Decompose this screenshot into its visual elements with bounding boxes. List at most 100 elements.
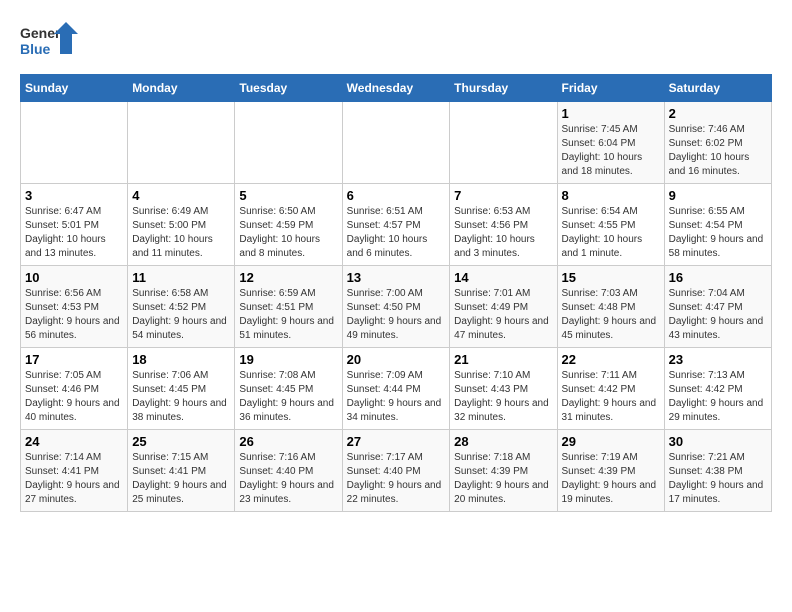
day-number: 30 — [669, 434, 767, 449]
day-cell: 30 Sunrise: 7:21 AM Sunset: 4:38 PM Dayli… — [664, 430, 771, 512]
day-info: Sunrise: 7:18 AM Sunset: 4:39 PM Dayligh… — [454, 451, 552, 507]
day-info: Sunrise: 7:05 AM Sunset: 4:46 PM Dayligh… — [25, 369, 123, 425]
day-number: 6 — [347, 188, 446, 203]
day-number: 15 — [562, 270, 660, 285]
day-info: Sunrise: 6:53 AM Sunset: 4:56 PM Dayligh… — [454, 205, 552, 261]
day-cell: 14 Sunrise: 7:01 AM Sunset: 4:49 PM Dayli… — [450, 266, 557, 348]
header: GeneralBlue — [20, 20, 772, 64]
day-info: Sunrise: 6:51 AM Sunset: 4:57 PM Dayligh… — [347, 205, 446, 261]
day-info: Sunrise: 6:47 AM Sunset: 5:01 PM Dayligh… — [25, 205, 123, 261]
day-cell: 18 Sunrise: 7:06 AM Sunset: 4:45 PM Dayli… — [128, 348, 235, 430]
day-info: Sunrise: 7:16 AM Sunset: 4:40 PM Dayligh… — [239, 451, 337, 507]
day-cell: 7 Sunrise: 6:53 AM Sunset: 4:56 PM Daylig… — [450, 184, 557, 266]
day-number: 19 — [239, 352, 337, 367]
weekday-header-tuesday: Tuesday — [235, 75, 342, 102]
day-info: Sunrise: 6:59 AM Sunset: 4:51 PM Dayligh… — [239, 287, 337, 343]
day-cell: 29 Sunrise: 7:19 AM Sunset: 4:39 PM Dayli… — [557, 430, 664, 512]
day-number: 23 — [669, 352, 767, 367]
day-cell: 25 Sunrise: 7:15 AM Sunset: 4:41 PM Dayli… — [128, 430, 235, 512]
day-number: 28 — [454, 434, 552, 449]
day-cell — [342, 102, 450, 184]
day-cell: 26 Sunrise: 7:16 AM Sunset: 4:40 PM Dayli… — [235, 430, 342, 512]
day-info: Sunrise: 7:09 AM Sunset: 4:44 PM Dayligh… — [347, 369, 446, 425]
day-info: Sunrise: 7:14 AM Sunset: 4:41 PM Dayligh… — [25, 451, 123, 507]
day-number: 1 — [562, 106, 660, 121]
day-cell: 22Sunrise: 7:11 AM Sunset: 4:42 PM Dayli… — [557, 348, 664, 430]
week-row-2: 3 Sunrise: 6:47 AM Sunset: 5:01 PM Daylig… — [21, 184, 772, 266]
day-info: Sunrise: 6:50 AM Sunset: 4:59 PM Dayligh… — [239, 205, 337, 261]
day-cell: 23 Sunrise: 7:13 AM Sunset: 4:42 PM Dayli… — [664, 348, 771, 430]
svg-text:Blue: Blue — [20, 41, 51, 57]
day-number: 17 — [25, 352, 123, 367]
day-number: 13 — [347, 270, 446, 285]
day-cell: 1 Sunrise: 7:45 AM Sunset: 6:04 PM Daylig… — [557, 102, 664, 184]
day-number: 14 — [454, 270, 552, 285]
day-cell: 12 Sunrise: 6:59 AM Sunset: 4:51 PM Dayli… — [235, 266, 342, 348]
day-number: 29 — [562, 434, 660, 449]
weekday-header-thursday: Thursday — [450, 75, 557, 102]
day-cell: 16 Sunrise: 7:04 AM Sunset: 4:47 PM Dayli… — [664, 266, 771, 348]
day-info: Sunrise: 7:03 AM Sunset: 4:48 PM Dayligh… — [562, 287, 660, 343]
weekday-header-friday: Friday — [557, 75, 664, 102]
day-cell: 10Sunrise: 6:56 AM Sunset: 4:53 PM Dayli… — [21, 266, 128, 348]
day-info: Sunrise: 7:01 AM Sunset: 4:49 PM Dayligh… — [454, 287, 552, 343]
day-info: Sunrise: 6:54 AM Sunset: 4:55 PM Dayligh… — [562, 205, 660, 261]
day-cell: 2 Sunrise: 7:46 AM Sunset: 6:02 PM Daylig… — [664, 102, 771, 184]
day-info: Sunrise: 7:21 AM Sunset: 4:38 PM Dayligh… — [669, 451, 767, 507]
day-number: 12 — [239, 270, 337, 285]
day-info: Sunrise: 7:46 AM Sunset: 6:02 PM Dayligh… — [669, 123, 767, 179]
day-info: Sunrise: 7:17 AM Sunset: 4:40 PM Dayligh… — [347, 451, 446, 507]
week-row-4: 17 Sunrise: 7:05 AM Sunset: 4:46 PM Dayli… — [21, 348, 772, 430]
logo: GeneralBlue — [20, 20, 80, 64]
day-cell — [235, 102, 342, 184]
week-row-3: 10Sunrise: 6:56 AM Sunset: 4:53 PM Dayli… — [21, 266, 772, 348]
week-row-1: 1 Sunrise: 7:45 AM Sunset: 6:04 PM Daylig… — [21, 102, 772, 184]
day-cell: 19 Sunrise: 7:08 AM Sunset: 4:45 PM Dayli… — [235, 348, 342, 430]
day-info: Sunrise: 7:19 AM Sunset: 4:39 PM Dayligh… — [562, 451, 660, 507]
day-cell: 9Sunrise: 6:55 AM Sunset: 4:54 PM Daylig… — [664, 184, 771, 266]
day-cell — [21, 102, 128, 184]
day-number: 25 — [132, 434, 230, 449]
day-number: 8 — [562, 188, 660, 203]
day-number: 16 — [669, 270, 767, 285]
day-cell: 13Sunrise: 7:00 AM Sunset: 4:50 PM Dayli… — [342, 266, 450, 348]
day-number: 27 — [347, 434, 446, 449]
day-cell: 24 Sunrise: 7:14 AM Sunset: 4:41 PM Dayli… — [21, 430, 128, 512]
day-info: Sunrise: 6:49 AM Sunset: 5:00 PM Dayligh… — [132, 205, 230, 261]
day-cell — [450, 102, 557, 184]
day-info: Sunrise: 7:15 AM Sunset: 4:41 PM Dayligh… — [132, 451, 230, 507]
day-number: 18 — [132, 352, 230, 367]
day-cell: 6 Sunrise: 6:51 AM Sunset: 4:57 PM Daylig… — [342, 184, 450, 266]
calendar-table: SundayMondayTuesdayWednesdayThursdayFrid… — [20, 74, 772, 512]
day-info: Sunrise: 7:11 AM Sunset: 4:42 PM Dayligh… — [562, 369, 660, 425]
day-number: 10 — [25, 270, 123, 285]
day-info: Sunrise: 7:04 AM Sunset: 4:47 PM Dayligh… — [669, 287, 767, 343]
day-info: Sunrise: 7:10 AM Sunset: 4:43 PM Dayligh… — [454, 369, 552, 425]
week-row-5: 24 Sunrise: 7:14 AM Sunset: 4:41 PM Dayli… — [21, 430, 772, 512]
day-cell: 8 Sunrise: 6:54 AM Sunset: 4:55 PM Daylig… — [557, 184, 664, 266]
weekday-header-row: SundayMondayTuesdayWednesdayThursdayFrid… — [21, 75, 772, 102]
day-number: 7 — [454, 188, 552, 203]
day-number: 20 — [347, 352, 446, 367]
day-cell: 27 Sunrise: 7:17 AM Sunset: 4:40 PM Dayli… — [342, 430, 450, 512]
day-info: Sunrise: 7:08 AM Sunset: 4:45 PM Dayligh… — [239, 369, 337, 425]
day-number: 3 — [25, 188, 123, 203]
day-info: Sunrise: 7:45 AM Sunset: 6:04 PM Dayligh… — [562, 123, 660, 179]
day-info: Sunrise: 7:13 AM Sunset: 4:42 PM Dayligh… — [669, 369, 767, 425]
day-info: Sunrise: 6:58 AM Sunset: 4:52 PM Dayligh… — [132, 287, 230, 343]
day-number: 26 — [239, 434, 337, 449]
day-number: 24 — [25, 434, 123, 449]
day-cell: 4 Sunrise: 6:49 AM Sunset: 5:00 PM Daylig… — [128, 184, 235, 266]
day-cell — [128, 102, 235, 184]
day-number: 4 — [132, 188, 230, 203]
logo-icon: GeneralBlue — [20, 20, 80, 64]
day-info: Sunrise: 7:06 AM Sunset: 4:45 PM Dayligh… — [132, 369, 230, 425]
day-cell: 15 Sunrise: 7:03 AM Sunset: 4:48 PM Dayli… — [557, 266, 664, 348]
day-number: 2 — [669, 106, 767, 121]
day-cell: 20 Sunrise: 7:09 AM Sunset: 4:44 PM Dayli… — [342, 348, 450, 430]
weekday-header-sunday: Sunday — [21, 75, 128, 102]
weekday-header-saturday: Saturday — [664, 75, 771, 102]
weekday-header-wednesday: Wednesday — [342, 75, 450, 102]
day-number: 11 — [132, 270, 230, 285]
day-cell: 28 Sunrise: 7:18 AM Sunset: 4:39 PM Dayli… — [450, 430, 557, 512]
